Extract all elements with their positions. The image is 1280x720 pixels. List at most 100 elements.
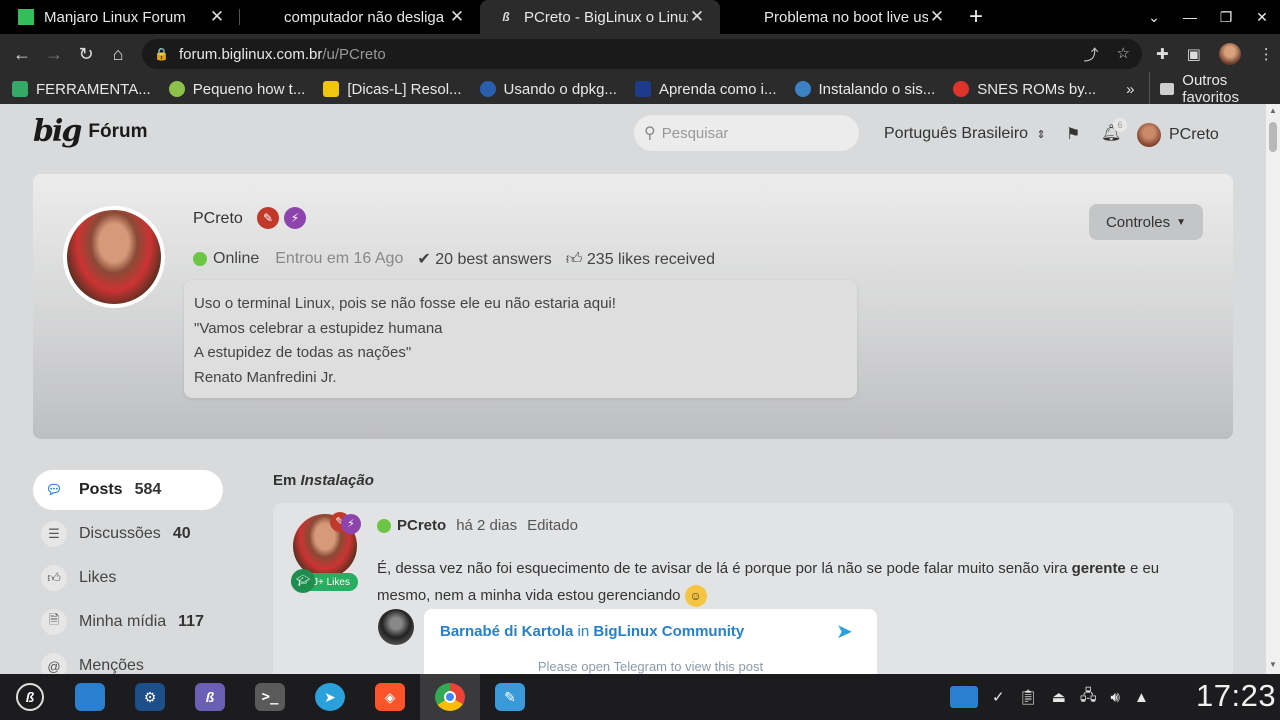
flag-icon[interactable]: ⚑ — [1066, 124, 1080, 144]
post-timestamp[interactable]: há 2 dias — [456, 517, 517, 534]
tab-computador-nao-desliga[interactable]: computador não desliga - I ✕ — [240, 0, 480, 34]
bookmark-star-icon[interactable]: ☆ — [1117, 44, 1130, 65]
page-scrollbar[interactable]: ▲ ▼ — [1266, 104, 1280, 674]
share-icon[interactable]: ⤴ — [1084, 44, 1099, 65]
controls-label: Controles — [1105, 213, 1171, 231]
taskbar-brave[interactable]: ◈ — [360, 674, 420, 720]
maximize-icon[interactable]: ❐ — [1208, 9, 1244, 26]
profile-avatar[interactable] — [1218, 43, 1241, 65]
sidebar-item-posts[interactable]: 💬︎ Posts 584 — [33, 470, 223, 510]
lock-icon[interactable]: 🔒 — [154, 47, 169, 61]
taskbar-telegram[interactable]: ➤ — [300, 674, 360, 720]
system-clock[interactable]: 17:23 — [1196, 678, 1276, 714]
bookmark-item[interactable]: FERRAMENTA... — [12, 81, 151, 98]
current-user-name[interactable]: PCreto — [1169, 126, 1219, 144]
bookmark-label: Usando o dpkg... — [503, 80, 617, 98]
forum-logo[interactable]: big Fórum — [33, 114, 147, 149]
bio-line: A estupidez de todas as nações" — [194, 344, 412, 361]
close-tab-icon[interactable]: ✕ — [208, 7, 226, 27]
likes-received-label: 235 likes received — [586, 250, 715, 268]
app-launcher-button[interactable]: ß — [0, 674, 60, 720]
bookmark-item[interactable]: [Dicas-L] Resol... — [323, 80, 462, 98]
language-selector[interactable]: Português Brasileiro ⇕ — [884, 125, 1046, 143]
tab-title: PCreto - BigLinux o Linux — [524, 8, 688, 26]
sidebar-item-label: Discussões — [79, 525, 161, 542]
telegram-channel[interactable]: BigLinux Community — [593, 623, 744, 640]
bookmark-favicon-icon — [168, 81, 185, 97]
bookmark-item[interactable]: SNES ROMs by... — [953, 81, 1096, 98]
telegram-icon: ➤ — [315, 683, 345, 711]
sidebar-item-likes[interactable]: 👍︎ Likes — [33, 558, 223, 598]
back-icon[interactable]: ← — [6, 44, 38, 65]
tab-search-chevron-icon[interactable]: ⌄ — [1136, 9, 1172, 26]
bookmark-label: [Dicas-L] Resol... — [347, 80, 462, 98]
scroll-down-icon[interactable]: ▼ — [1269, 660, 1277, 669]
home-icon[interactable]: ⌂ — [102, 44, 134, 65]
menu-kebab-icon[interactable]: ⋮ — [1259, 45, 1274, 63]
address-bar[interactable]: 🔒 forum.biglinux.com.br /u/PCreto ⤴ ☆ — [142, 39, 1142, 69]
manjaro-favicon-icon — [18, 9, 34, 25]
sidebar-item-count: 117 — [178, 613, 204, 630]
taskbar-control-center[interactable]: ⚙ — [120, 674, 180, 720]
sidebar-item-label: Menções — [79, 657, 144, 674]
bookmark-item[interactable]: Usando o dpkg... — [479, 80, 617, 98]
close-tab-icon[interactable]: ✕ — [448, 7, 466, 27]
close-window-icon[interactable]: ✕ — [1244, 9, 1280, 26]
tab-manjaro-forum[interactable]: Manjaro Linux Forum ✕ — [0, 0, 240, 34]
window-controls: ⌄ — ❐ ✕ — [1136, 0, 1280, 34]
bookmark-item[interactable]: Aprenda como i... — [634, 81, 777, 98]
post-author-name[interactable]: PCreto — [397, 517, 446, 534]
profile-sidebar-nav: 💬︎ Posts 584 ☰ Discussões 40 👍︎ Likes 🗎 … — [33, 470, 223, 674]
reload-icon[interactable]: ↻ — [70, 44, 102, 65]
best-answers-count: ✔ 20 best answers — [417, 249, 551, 269]
close-tab-icon[interactable]: ✕ — [928, 7, 946, 27]
current-user-avatar[interactable] — [1137, 123, 1161, 147]
profile-card: PCreto ✎ ⚡ Online Entrou em 16 Ago ✔ 20 … — [33, 174, 1233, 439]
new-tab-button[interactable]: + — [960, 0, 992, 34]
post-context-topic[interactable]: Instalação — [301, 472, 374, 489]
post-context: Em Instalação — [273, 472, 374, 489]
url-path: /u/PCreto — [322, 45, 386, 63]
sidebar-item-discussions[interactable]: ☰ Discussões 40 — [33, 514, 223, 554]
sidebar-item-mentions[interactable]: @ Menções — [33, 646, 223, 674]
clipboard-icon[interactable]: 📋︎ — [1019, 688, 1038, 706]
controls-dropdown-button[interactable]: Controles ▼ — [1089, 204, 1203, 240]
bookmarks-bar: FERRAMENTA... Pequeno how t... [Dicas-L]… — [0, 72, 1280, 106]
telegram-embed[interactable]: Barnabé di Kartola in BigLinux Community… — [424, 609, 877, 674]
brave-lion-icon: ◈ — [375, 683, 405, 711]
forward-icon[interactable]: → — [38, 44, 70, 65]
bookmark-item[interactable]: Pequeno how t... — [168, 81, 305, 98]
taskbar-chrome[interactable] — [420, 674, 480, 720]
bookmark-favicon-icon — [634, 81, 651, 97]
post-edited-label[interactable]: Editado — [527, 517, 578, 534]
scroll-up-icon[interactable]: ▲ — [1269, 106, 1277, 115]
close-tab-icon[interactable]: ✕ — [688, 7, 706, 27]
network-icon[interactable]: 🖧 — [1080, 685, 1097, 710]
usb-icon[interactable]: ⏏ — [1052, 688, 1066, 706]
workspaces-icon[interactable] — [950, 686, 978, 708]
list-icon: ☰ — [41, 521, 67, 547]
volume-icon[interactable]: 🔊︎ — [1111, 689, 1120, 706]
tab-problema-boot[interactable]: Problema no boot live usb ✕ — [720, 0, 960, 34]
taskbar-text-editor[interactable]: ✎ — [480, 674, 540, 720]
telegram-author[interactable]: Barnabé di Kartola — [440, 623, 573, 640]
minimize-icon[interactable]: — — [1172, 9, 1208, 25]
taskbar-biglinux-store[interactable]: ß — [180, 674, 240, 720]
search-input[interactable]: ⚲ Pesquisar — [634, 115, 859, 151]
telegram-icon: ➤ — [836, 621, 853, 643]
side-panel-icon[interactable]: ▣ — [1187, 45, 1201, 63]
scrollbar-thumb[interactable] — [1269, 122, 1277, 152]
taskbar-terminal[interactable]: >_ — [240, 674, 300, 720]
profile-avatar-large — [63, 206, 165, 308]
sidebar-item-media[interactable]: 🗎 Minha mídia 117 — [33, 602, 223, 642]
tray-expand-icon[interactable]: ▲ — [1134, 689, 1149, 706]
post-card: ✎ ⚡ 🎓︎ J+ Likes PCreto há 2 dias Editado… — [273, 503, 1233, 674]
bookmarks-overflow-button[interactable]: » — [1126, 81, 1134, 98]
other-bookmarks-folder[interactable]: Outros favoritos — [1148, 72, 1280, 106]
bookmark-item[interactable]: Instalando o sis... — [794, 81, 935, 98]
taskbar-file-manager[interactable] — [60, 674, 120, 720]
likes-badge-label: J+ Likes — [313, 576, 350, 588]
tab-pcreto-biglinux[interactable]: ß PCreto - BigLinux o Linux ✕ — [480, 0, 720, 34]
extensions-puzzle-icon[interactable]: ✚ — [1156, 45, 1169, 63]
updates-check-icon[interactable]: ✓ — [992, 688, 1005, 706]
